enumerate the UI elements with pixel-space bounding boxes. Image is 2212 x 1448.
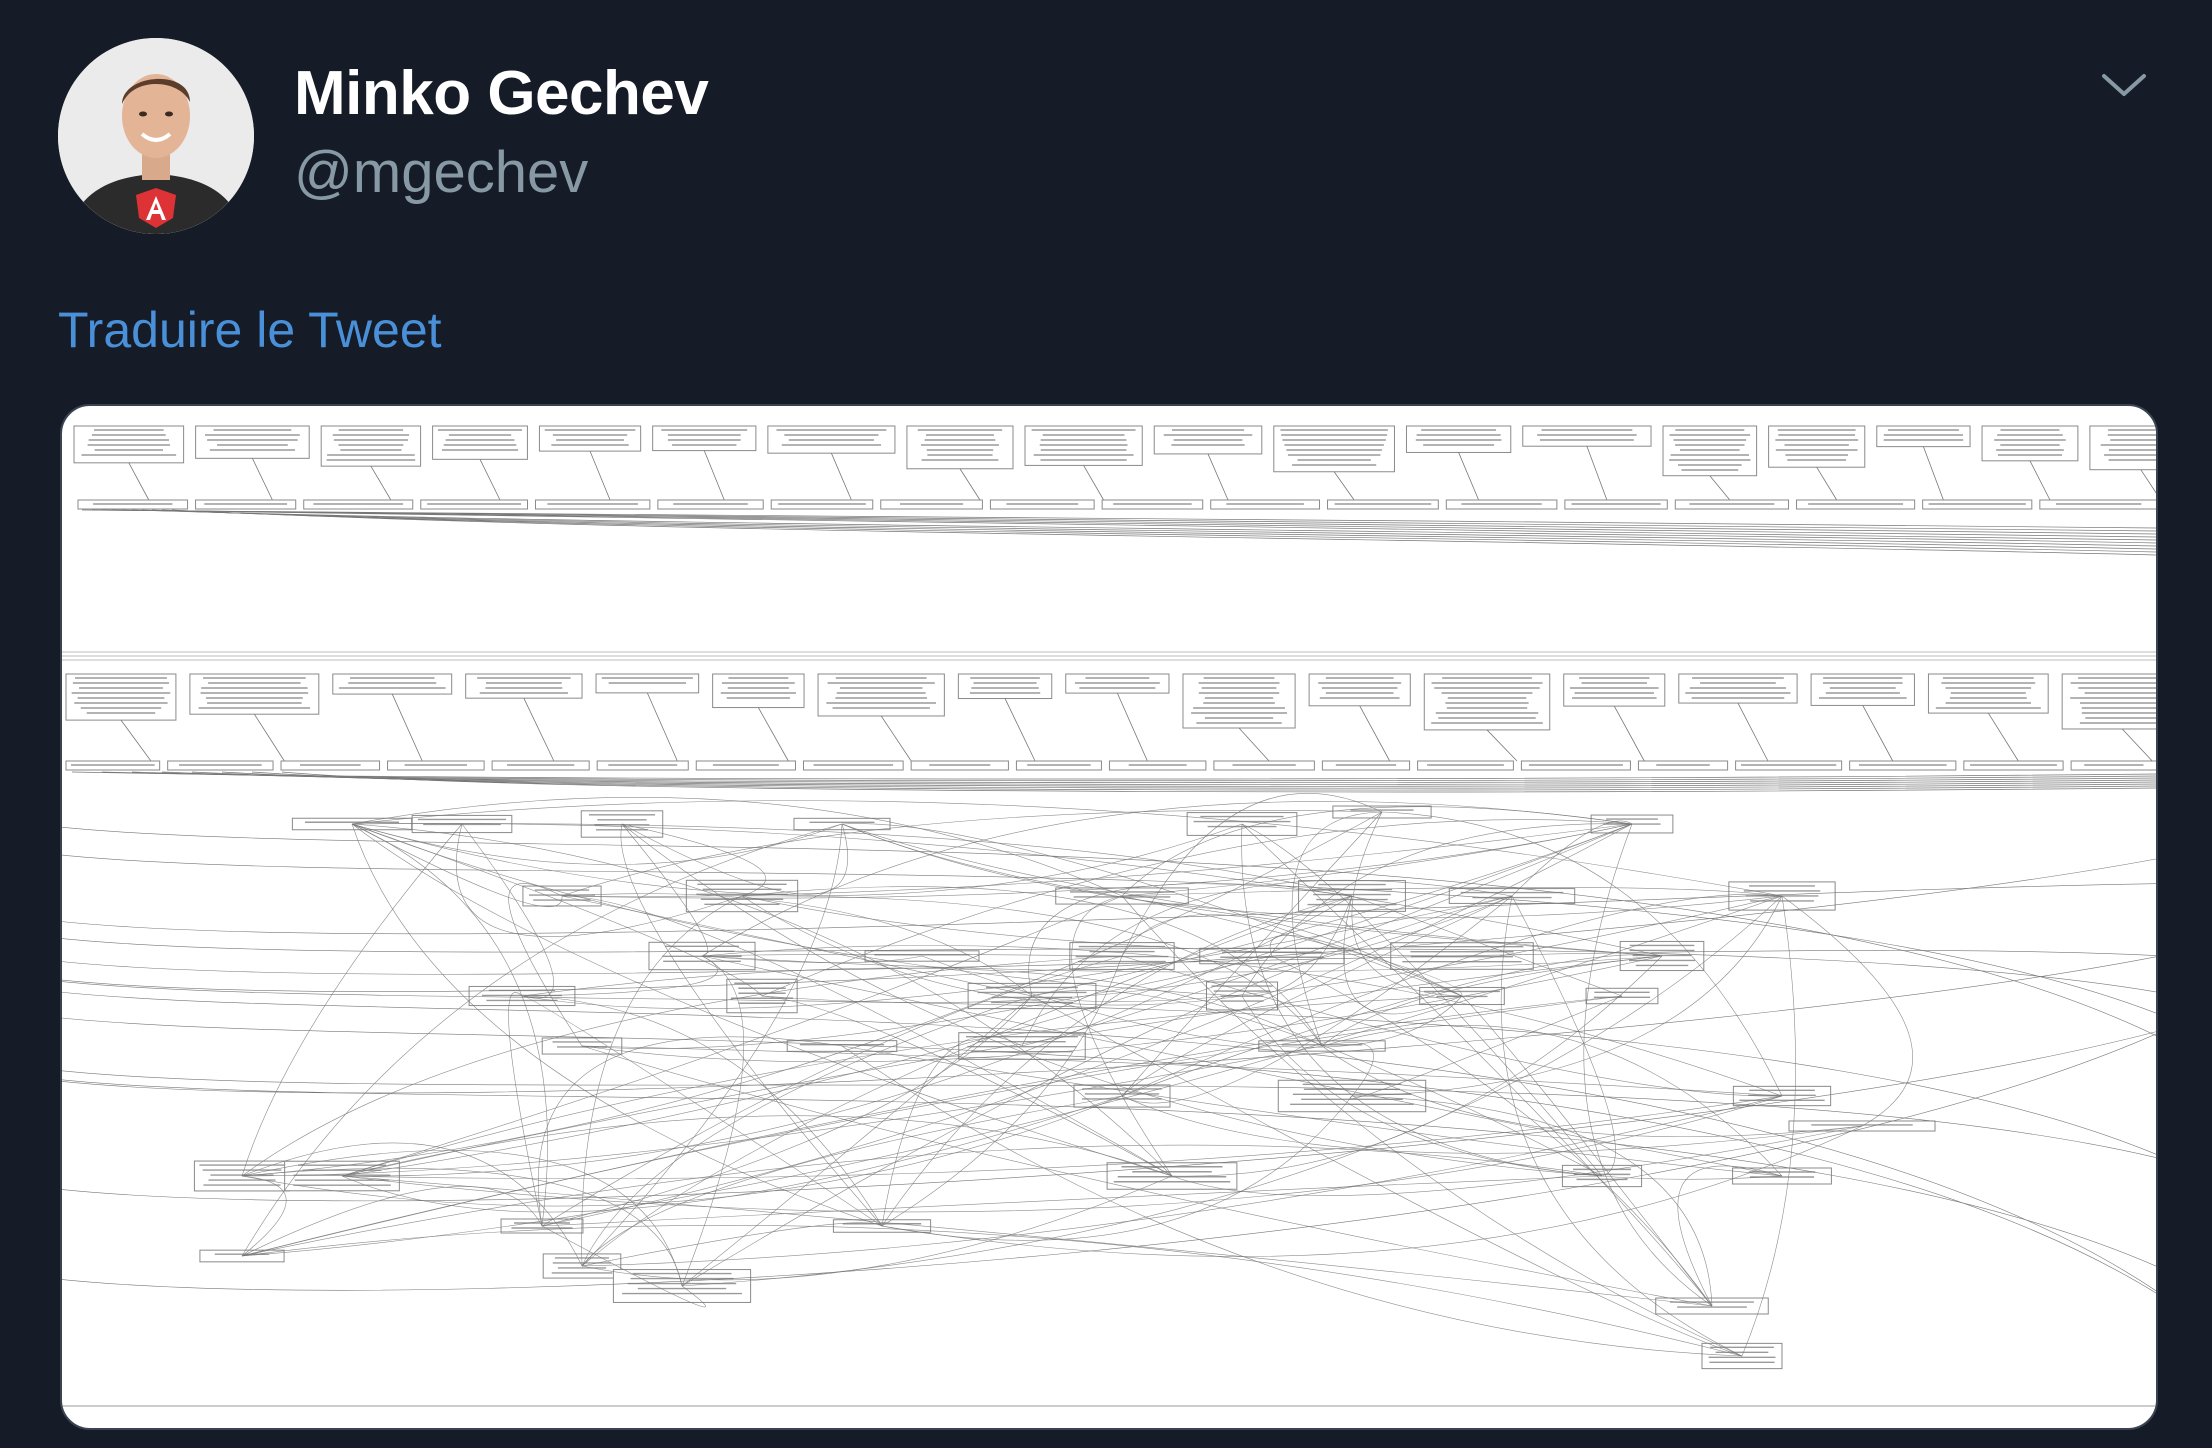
avatar[interactable]	[58, 38, 254, 234]
profile-photo-icon	[58, 38, 254, 234]
author-handle[interactable]: @mgechev	[294, 138, 588, 208]
chevron-down-icon[interactable]	[2100, 62, 2148, 110]
dependency-graph-image	[62, 425, 2156, 1407]
tweet-media-image[interactable]	[60, 404, 2158, 1430]
author-display-name[interactable]: Minko Gechev	[294, 56, 709, 132]
translate-tweet-link[interactable]: Traduire le Tweet	[58, 298, 442, 362]
